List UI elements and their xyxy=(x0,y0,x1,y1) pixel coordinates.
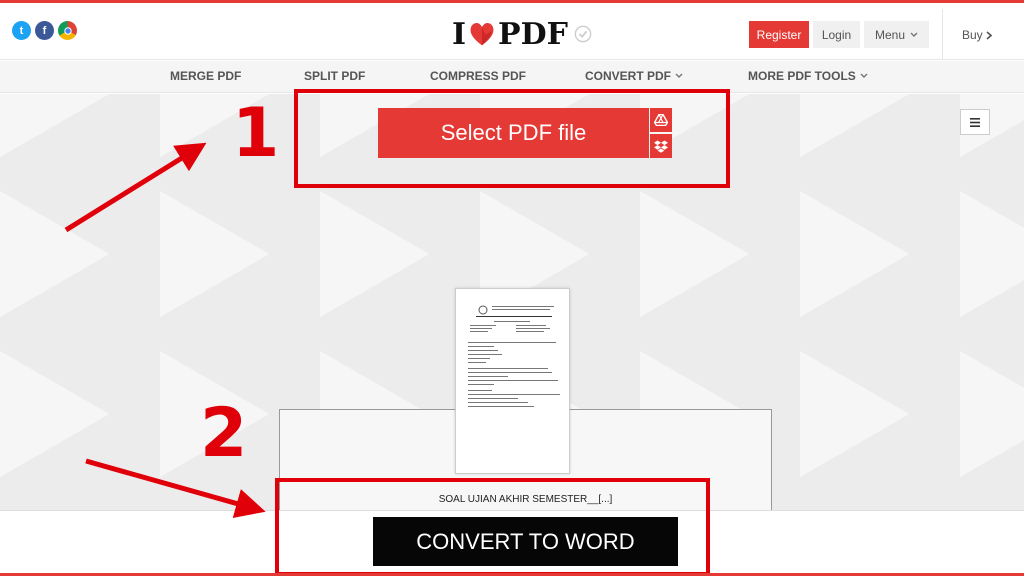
nav-label: COMPRESS PDF xyxy=(430,69,527,83)
pdf-thumbnail[interactable] xyxy=(455,288,570,474)
social-links: t f xyxy=(12,21,77,40)
options-menu-button[interactable] xyxy=(960,109,990,135)
thumb-line xyxy=(468,354,502,355)
thumb-line xyxy=(492,306,554,307)
annotation-box-step1 xyxy=(294,89,730,188)
hamburger-icon xyxy=(970,117,980,127)
register-button[interactable]: Register xyxy=(749,21,809,48)
thumb-line xyxy=(468,390,492,391)
header: t f I PDF Register Login Menu Buy xyxy=(0,3,1024,60)
thumb-line xyxy=(468,402,528,403)
thumb-line xyxy=(492,309,550,310)
thumb-line xyxy=(468,394,560,395)
nav-label: SPLIT PDF xyxy=(304,69,366,83)
thumb-line xyxy=(468,406,534,407)
thumb-line xyxy=(516,328,550,329)
thumb-line xyxy=(468,384,494,385)
annotation-number-2: 2 xyxy=(200,394,248,473)
login-button[interactable]: Login xyxy=(813,21,860,48)
thumb-line xyxy=(468,380,558,381)
thumb-line xyxy=(468,342,556,343)
nav-merge-pdf[interactable]: MERGE PDF xyxy=(170,69,241,83)
thumb-line xyxy=(468,346,494,347)
logo-text-i: I xyxy=(452,16,467,52)
thumb-line xyxy=(470,331,488,332)
chevron-down-icon xyxy=(860,73,868,78)
ilovepdf-logo[interactable]: I PDF xyxy=(452,16,592,52)
thumb-line xyxy=(494,321,530,322)
nav-label: CONVERT PDF xyxy=(585,69,672,83)
thumb-line xyxy=(476,316,552,317)
thumb-line xyxy=(468,372,552,373)
nav-compress-pdf[interactable]: COMPRESS PDF xyxy=(430,69,526,83)
logo-text-pdf: PDF xyxy=(498,16,568,52)
thumb-line xyxy=(516,331,544,332)
menu-label: Menu xyxy=(874,27,906,42)
nav-label: MERGE PDF xyxy=(170,69,242,83)
annotation-number-1: 1 xyxy=(232,94,280,173)
header-divider xyxy=(942,9,943,59)
nav-more-pdf-tools[interactable]: MORE PDF TOOLS xyxy=(748,69,868,83)
thumb-line xyxy=(468,376,508,377)
verified-badge-icon xyxy=(574,25,592,43)
thumb-line xyxy=(516,325,546,326)
thumb-line xyxy=(468,368,548,369)
chrome-icon[interactable] xyxy=(58,21,77,40)
annotation-box-step2 xyxy=(275,478,710,576)
buy-button[interactable]: Buy xyxy=(962,28,992,42)
thumb-line xyxy=(468,358,490,359)
twitter-icon[interactable]: t xyxy=(12,21,31,40)
buy-label: Buy xyxy=(962,28,983,42)
nav-label: MORE PDF TOOLS xyxy=(748,69,856,83)
thumb-line xyxy=(468,350,498,351)
chevron-right-icon xyxy=(986,30,992,40)
heart-icon xyxy=(470,22,494,46)
chevron-down-icon xyxy=(910,32,918,37)
nav-convert-pdf[interactable]: CONVERT PDF xyxy=(585,69,683,83)
nav-split-pdf[interactable]: SPLIT PDF xyxy=(304,69,365,83)
thumb-line xyxy=(468,398,518,399)
menu-button[interactable]: Menu xyxy=(864,21,929,48)
facebook-icon[interactable]: f xyxy=(35,21,54,40)
thumb-line xyxy=(470,328,492,329)
document-seal-icon xyxy=(478,305,488,315)
thumb-line xyxy=(470,325,496,326)
thumb-line xyxy=(468,362,486,363)
chevron-down-icon xyxy=(675,73,683,78)
